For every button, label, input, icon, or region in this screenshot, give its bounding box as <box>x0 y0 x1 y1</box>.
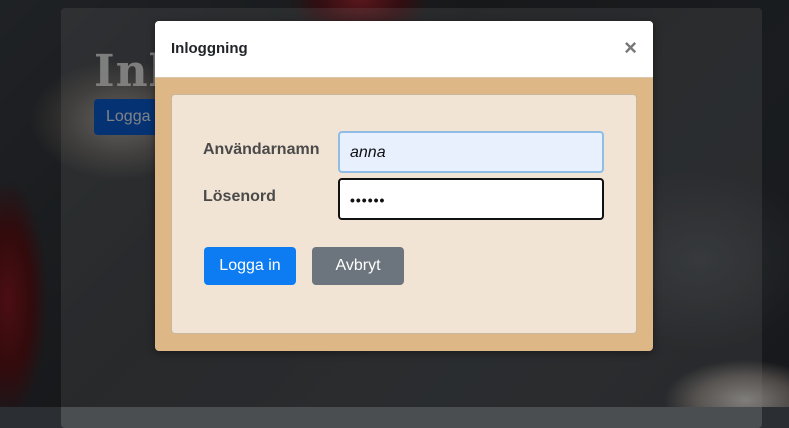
login-form: Användarnamn anna Lösenord •••••• Logga … <box>171 94 637 334</box>
cancel-button[interactable]: Avbryt <box>312 247 404 285</box>
username-label: Användarnamn <box>203 141 320 158</box>
close-icon[interactable]: × <box>624 36 637 60</box>
login-modal: Inloggning × Användarnamn anna Lösenord … <box>155 21 653 351</box>
modal-header: Inloggning × <box>155 21 653 78</box>
login-button[interactable]: Logga in <box>204 247 296 285</box>
password-label: Lösenord <box>203 188 276 205</box>
username-field[interactable]: anna <box>338 131 604 173</box>
modal-title: Inloggning <box>171 40 248 57</box>
password-field[interactable]: •••••• <box>338 178 604 220</box>
